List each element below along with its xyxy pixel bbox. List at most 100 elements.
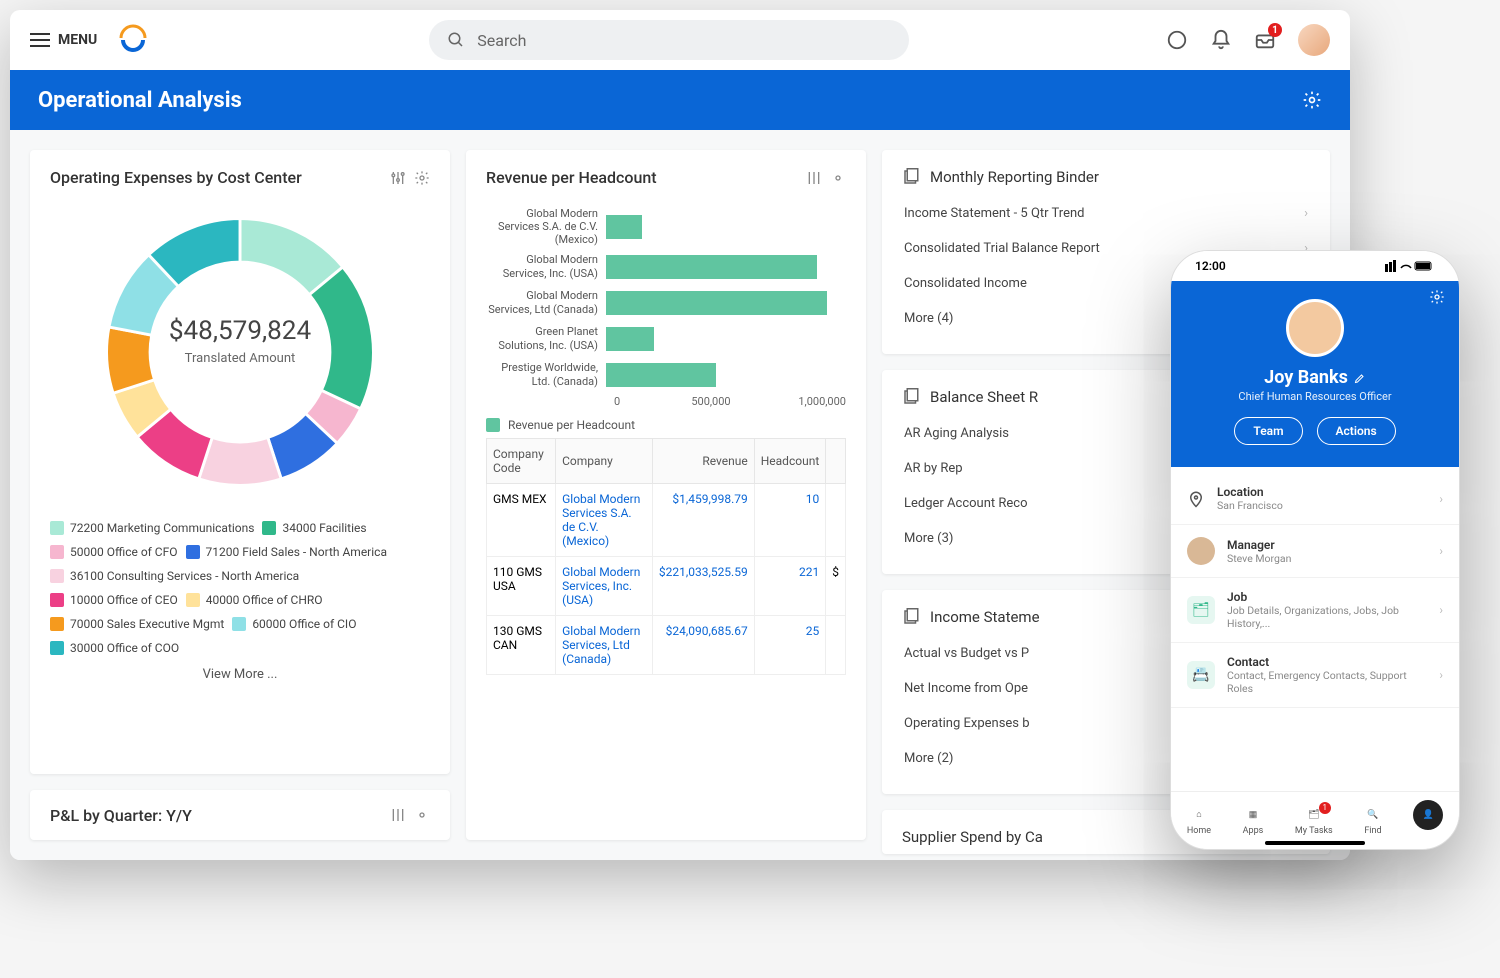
bell-icon[interactable] xyxy=(1210,29,1232,51)
list-item[interactable]: Income Statement - 5 Qtr Trend› xyxy=(902,196,1310,231)
team-button[interactable]: Team xyxy=(1234,417,1302,445)
table-row[interactable]: 130 GMS CAN Global Modern Services, Ltd … xyxy=(487,615,846,674)
nav-label: My Tasks xyxy=(1295,826,1333,836)
menu-label: MENU xyxy=(58,32,97,48)
bar-label: Global Modern Services, Inc. (USA) xyxy=(486,253,606,279)
nav-apps[interactable]: ▦Apps xyxy=(1243,806,1264,836)
legend-item[interactable]: 36100 Consulting Services - North Americ… xyxy=(50,569,299,583)
legend-label: 70000 Sales Executive Mgmt xyxy=(70,617,224,631)
bar-row[interactable]: Global Modern Services S.A. de C.V. (Mex… xyxy=(486,207,846,247)
page-title: Operational Analysis xyxy=(38,88,242,113)
legend-item[interactable]: 71200 Field Sales - North America xyxy=(186,545,387,559)
legend-swatch xyxy=(50,569,64,583)
nav-home[interactable]: ⌂Home xyxy=(1187,806,1211,836)
search-input[interactable]: Search xyxy=(429,20,909,60)
gear-icon[interactable] xyxy=(1429,289,1445,305)
phone-indicators xyxy=(1385,260,1435,272)
profile-name: Joy Banks xyxy=(1264,367,1366,388)
edit-icon[interactable] xyxy=(1354,372,1366,384)
chevron-right-icon: › xyxy=(1439,544,1443,558)
legend-label: 50000 Office of CFO xyxy=(70,545,178,559)
th-headcount[interactable]: Headcount xyxy=(754,438,826,483)
profile-role: Chief Human Resources Officer xyxy=(1181,390,1449,403)
sliders-icon[interactable] xyxy=(390,170,406,186)
legend-swatch xyxy=(186,593,200,607)
menu-button[interactable]: MENU xyxy=(30,32,97,48)
binder-icon xyxy=(902,608,920,626)
bar-row[interactable]: Global Modern Services, Ltd (Canada) xyxy=(486,287,846,319)
nav-label: Profile xyxy=(1413,832,1443,842)
legend-item[interactable]: 70000 Sales Executive Mgmt xyxy=(50,617,224,631)
inbox-icon[interactable]: 1 xyxy=(1254,29,1276,51)
phone-list-item[interactable]: 📇 ContactContact, Emergency Contacts, Su… xyxy=(1171,643,1459,708)
cell-headcount: 10 xyxy=(754,483,826,556)
item-title: Manager xyxy=(1227,538,1427,552)
list-item-label: Consolidated Trial Balance Report xyxy=(904,241,1100,256)
cell-company[interactable]: Global Modern Services, Inc. (USA) xyxy=(556,556,653,615)
item-title: Location xyxy=(1217,485,1427,499)
profile-avatar[interactable] xyxy=(1286,299,1344,357)
revenue-per-headcount-card: Revenue per Headcount Global Modern Serv… xyxy=(466,150,866,840)
legend-swatch xyxy=(50,593,64,607)
donut-chart[interactable]: $48,579,824Translated Amount xyxy=(50,197,430,507)
legend-item[interactable]: 72200 Marketing Communications xyxy=(50,521,254,535)
table-row[interactable]: 110 GMS USA Global Modern Services, Inc.… xyxy=(487,556,846,615)
th-revenue[interactable]: Revenue xyxy=(652,438,754,483)
nav-profile[interactable]: 👤Profile xyxy=(1413,800,1443,842)
bar-row[interactable]: Green Planet Solutions, Inc. (USA) xyxy=(486,323,846,355)
legend-item[interactable]: 34000 Facilities xyxy=(262,521,366,535)
cell-company[interactable]: Global Modern Services, Ltd (Canada) xyxy=(556,615,653,674)
nav-my-tasks[interactable]: 🗂My Tasks1 xyxy=(1295,806,1333,836)
bar-row[interactable]: Global Modern Services, Inc. (USA) xyxy=(486,251,846,283)
nav-find[interactable]: 🔍Find xyxy=(1364,806,1381,836)
mgr-icon xyxy=(1187,537,1215,565)
gear-icon[interactable] xyxy=(414,170,430,186)
phone-list-item[interactable]: LocationSan Francisco › xyxy=(1171,473,1459,525)
legend-swatch xyxy=(50,617,64,631)
job-icon: 🗂 xyxy=(1187,596,1215,624)
gear-icon[interactable] xyxy=(1302,90,1322,110)
item-subtitle: Contact, Emergency Contacts, Support Rol… xyxy=(1227,669,1427,695)
legend-item[interactable]: 50000 Office of CFO xyxy=(50,545,178,559)
workday-logo[interactable] xyxy=(117,24,149,56)
phone-time: 12:00 xyxy=(1195,259,1226,273)
legend-label: 36100 Consulting Services - North Americ… xyxy=(70,569,299,583)
table-row[interactable]: GMS MEX Global Modern Services S.A. de C… xyxy=(487,483,846,556)
gear-icon[interactable] xyxy=(830,170,846,186)
bar-chart[interactable]: Global Modern Services S.A. de C.V. (Mex… xyxy=(486,207,846,391)
actions-button[interactable]: Actions xyxy=(1317,417,1396,445)
cell-company[interactable]: Global Modern Services S.A. de C.V. (Mex… xyxy=(556,483,653,556)
item-title: Contact xyxy=(1227,655,1427,669)
bar-row[interactable]: Prestige Worldwide, Ltd. (Canada) xyxy=(486,359,846,391)
chevron-right-icon: › xyxy=(1439,603,1443,617)
cell-code: 130 GMS CAN xyxy=(487,615,556,674)
bar-label: Prestige Worldwide, Ltd. (Canada) xyxy=(486,361,606,387)
legend-label: 34000 Facilities xyxy=(282,521,366,535)
legend-item[interactable]: 30000 Office of COO xyxy=(50,641,179,655)
chat-icon[interactable] xyxy=(1166,29,1188,51)
section-title: Supplier Spend by Ca xyxy=(902,828,1043,846)
legend-item[interactable]: 40000 Office of CHRO xyxy=(186,593,323,607)
th-company-code[interactable]: Company Code xyxy=(487,438,556,483)
topbar-icons: 1 xyxy=(1166,24,1330,56)
item-subtitle: Job Details, Organizations, Jobs, Job Hi… xyxy=(1227,604,1427,630)
th-company[interactable]: Company xyxy=(556,438,653,483)
list-item-label: Net Income from Ope xyxy=(904,681,1028,696)
gear-icon[interactable] xyxy=(414,807,430,823)
card-title: Revenue per Headcount xyxy=(486,168,657,187)
nav-label: Home xyxy=(1187,826,1211,836)
sliders-icon[interactable] xyxy=(806,170,822,186)
section-title: Monthly Reporting Binder xyxy=(930,168,1099,186)
phone-list-item[interactable]: ManagerSteve Morgan › xyxy=(1171,525,1459,578)
user-avatar[interactable] xyxy=(1298,24,1330,56)
legend-item[interactable]: 60000 Office of CIO xyxy=(232,617,356,631)
legend-swatch xyxy=(50,641,64,655)
list-item-label: Ledger Account Reco xyxy=(904,496,1028,511)
view-more-link[interactable]: View More ... xyxy=(50,655,430,682)
legend-label: 30000 Office of COO xyxy=(70,641,179,655)
list-item-label: AR Aging Analysis xyxy=(904,426,1009,441)
phone-list-item[interactable]: 🗂 JobJob Details, Organizations, Jobs, J… xyxy=(1171,578,1459,643)
legend-item[interactable]: 10000 Office of CEO xyxy=(50,593,178,607)
sliders-icon[interactable] xyxy=(390,807,406,823)
cell-headcount: 25 xyxy=(754,615,826,674)
